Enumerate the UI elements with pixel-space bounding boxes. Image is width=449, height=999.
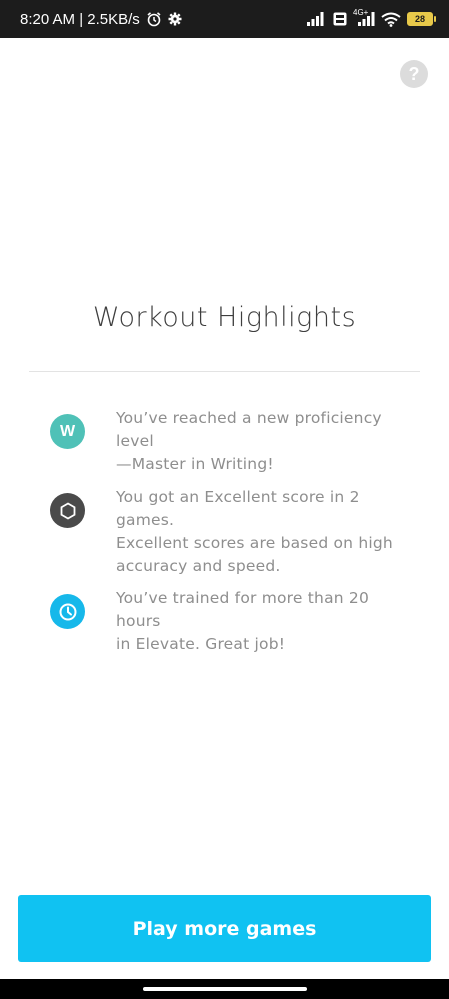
writing-badge-icon: W (50, 414, 85, 449)
highlight-item-training-hours: You’ve trained for more than 20 hours in… (50, 589, 416, 656)
hexagon-score-icon (50, 493, 85, 528)
system-navigation-bar (0, 979, 449, 999)
settings-gear-icon (168, 12, 182, 26)
status-bar: 8:20 AM | 2.5KB/s 4G+ 28 (0, 0, 449, 38)
signal-bars-icon (307, 12, 327, 26)
home-gesture-handle[interactable] (143, 987, 307, 991)
status-time-speed: 8:20 AM | 2.5KB/s (20, 10, 140, 28)
play-more-games-button[interactable]: Play more games (18, 895, 431, 962)
alarm-icon (146, 11, 162, 27)
highlight-item-proficiency: W You’ve reached a new proficiency level… (50, 409, 416, 476)
highlight-text-excellent-score: You got an Excellent score in 2 games. E… (116, 488, 393, 575)
status-bar-right: 4G+ 28 (307, 8, 436, 27)
battery-icon: 28 (407, 12, 436, 26)
network-type-label: 4G+ (353, 8, 369, 17)
status-bar-left: 8:20 AM | 2.5KB/s (20, 11, 182, 28)
battery-level: 28 (414, 14, 425, 24)
volte-icon (333, 12, 347, 26)
highlight-item-excellent-score: You got an Excellent score in 2 games. E… (50, 488, 416, 578)
highlight-text-training-hours: You’ve trained for more than 20 hours in… (116, 589, 370, 653)
title-divider (29, 371, 420, 372)
clock-icon (50, 594, 85, 629)
highlight-text-proficiency: You’ve reached a new proficiency level —… (116, 409, 382, 473)
wifi-icon (381, 12, 401, 27)
help-button[interactable]: ? (400, 60, 428, 88)
help-question-icon: ? (408, 63, 420, 84)
writing-badge-letter: W (59, 422, 76, 440)
page-title: Workout Highlights (92, 302, 357, 333)
signal-bars-4g-icon: 4G+ (353, 8, 375, 26)
